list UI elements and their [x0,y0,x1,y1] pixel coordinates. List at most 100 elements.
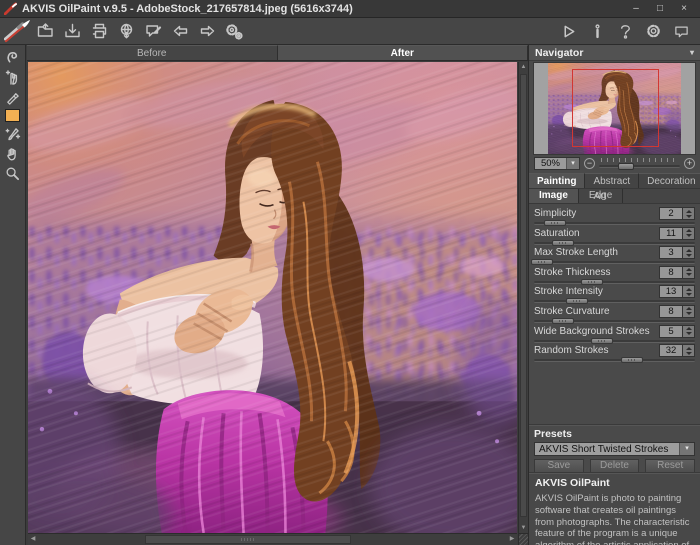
slider-row-saturation: Saturation 11 [534,227,695,247]
import-from-web-button[interactable] [113,19,140,43]
navigator-thumbnail[interactable] [533,62,696,155]
preset-caret-icon[interactable]: ▾ [679,443,694,455]
help-icon[interactable] [614,19,636,43]
slider-spinner[interactable] [683,325,695,338]
slider-track[interactable] [534,280,695,285]
slider-handle[interactable] [552,318,574,324]
save-preset-button[interactable]: Save [534,459,584,473]
zoom-slider[interactable] [599,157,680,169]
zoom-caret-icon[interactable]: ▾ [566,158,579,169]
zoom-in-button[interactable]: + [684,158,695,169]
minimize-button[interactable]: – [624,1,648,17]
slider-spinner[interactable] [683,285,695,298]
slider-value-box[interactable]: 3 [659,246,683,259]
zoom-handle[interactable] [618,163,634,170]
slider-value-box[interactable]: 8 [659,266,683,279]
scroll-right-icon[interactable]: ▶ [507,534,517,545]
undo-button[interactable] [167,19,194,43]
about-section: AKVIS OilPaint AKVIS OilPaint is photo t… [529,472,700,545]
scroll-down-icon[interactable]: ▼ [519,523,528,533]
slider-track[interactable] [534,339,695,344]
open-button[interactable] [32,19,59,43]
maximize-button[interactable]: □ [648,1,672,17]
preferences-gear-icon[interactable] [642,19,664,43]
slider-handle[interactable] [581,279,603,285]
presets-section: Presets AKVIS Short Twisted Strokes ▾ Sa… [529,424,700,472]
blur-tool-icon[interactable] [3,89,23,106]
tab-before[interactable]: Before [27,45,278,60]
info-icon[interactable] [586,19,608,43]
slider-spinner[interactable] [683,227,695,240]
navigator-header: Navigator ▾ [529,45,700,61]
slider-handle[interactable] [544,220,566,226]
delete-preset-button[interactable]: Delete [590,459,640,473]
slider-value-box[interactable]: 8 [659,305,683,318]
tab-edge[interactable]: Edge [579,189,623,203]
navigator-view-box[interactable] [572,69,659,147]
zoom-out-button[interactable]: − [584,158,595,169]
stroke-direction-tool-icon[interactable] [3,49,23,66]
slider-track[interactable] [534,241,695,246]
collapse-caret-icon[interactable]: ▾ [690,48,694,57]
slider-value-box[interactable]: 11 [659,227,683,240]
window-title: AKVIS OilPaint v.9.5 - AdobeStock_217657… [22,3,353,15]
batch-processing-button[interactable] [221,19,248,43]
slider-track[interactable] [534,260,695,265]
slider-spinner[interactable] [683,266,695,279]
history-brush-tool-icon[interactable] [3,125,23,142]
workspace: Before After [27,45,528,545]
slider-label: Saturation [534,228,659,239]
horizontal-scroll-thumb[interactable] [145,535,350,544]
tab-after[interactable]: After [278,45,529,60]
print-button[interactable] [86,19,113,43]
resize-corner [518,533,528,545]
slider-handle[interactable] [552,240,574,246]
slider-spinner[interactable] [683,344,695,357]
save-button[interactable] [59,19,86,43]
feedback-icon[interactable] [670,19,692,43]
tab-image[interactable]: Image [529,189,579,203]
slider-handle[interactable] [621,357,643,363]
slider-value-box[interactable]: 32 [659,344,683,357]
close-button[interactable]: × [672,1,696,17]
reset-preset-button[interactable]: Reset [645,459,695,473]
slider-spinner[interactable] [683,305,695,318]
preset-dropdown[interactable]: AKVIS Short Twisted Strokes ▾ [534,442,695,456]
slider-track[interactable] [534,319,695,324]
image-canvas[interactable] [28,62,517,533]
smudge-tool-icon[interactable] [3,69,23,86]
tool-rail [0,45,26,545]
vertical-scroll-thumb[interactable] [520,74,527,517]
slider-track[interactable] [534,299,695,304]
slider-spinner[interactable] [683,246,695,259]
slider-spinner[interactable] [683,207,695,220]
title-bar: AKVIS OilPaint v.9.5 - AdobeStock_217657… [0,0,700,18]
slider-label: Stroke Intensity [534,286,659,297]
app-logo-icon [4,2,17,15]
color-swatch[interactable] [5,109,20,122]
presets-title: Presets [534,428,695,440]
view-tabs: Before After [27,45,528,61]
share-button[interactable] [140,19,167,43]
slider-handle[interactable] [566,298,588,304]
scroll-up-icon[interactable]: ▲ [519,62,528,72]
zoom-select[interactable]: 50% ▾ [534,157,580,170]
horizontal-scrollbar[interactable]: ◀ ▶ [28,533,517,545]
scroll-left-icon[interactable]: ◀ [28,534,38,545]
redo-button[interactable] [194,19,221,43]
slider-value-box[interactable]: 13 [659,285,683,298]
slider-handle[interactable] [591,338,613,344]
zoom-tool-icon[interactable] [3,165,23,182]
tab-decoration[interactable]: Decoration [639,173,700,188]
about-title: AKVIS OilPaint [535,477,694,489]
vertical-scrollbar[interactable]: ▲ ▼ [518,62,528,533]
slider-handle[interactable] [531,259,553,265]
hand-tool-icon[interactable] [3,145,23,162]
slider-track[interactable] [534,358,695,363]
slider-value-box[interactable]: 2 [659,207,683,220]
slider-track[interactable] [534,221,695,226]
tab-abstract-art[interactable]: Abstract Art [585,173,639,188]
run-button[interactable] [558,19,580,43]
slider-value-box[interactable]: 5 [659,325,683,338]
tab-painting[interactable]: Painting [529,173,585,188]
